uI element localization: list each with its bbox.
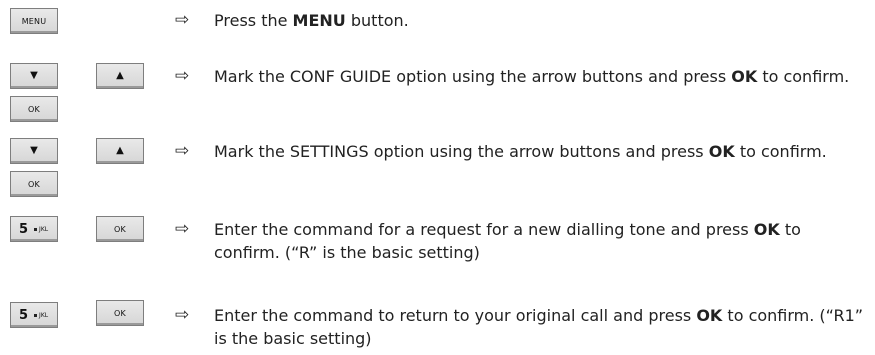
right-arrow-icon: ⇨ [175,66,190,86]
step-text-bold: MENU [292,11,346,30]
step-text-pre: Enter the command for a request for a ne… [214,220,754,239]
right-arrow-icon: ⇨ [175,219,190,239]
step-text: Press the MENU button. [175,9,865,32]
step-text-post: to confirm. [734,142,827,161]
down-arrow-icon: ▼ [30,145,38,156]
five-jkl-key: 5 JKL [10,216,58,242]
down-arrow-key: ▼ [10,63,58,89]
up-arrow-icon: ▲ [116,145,124,156]
step-text: Mark the CONF GUIDE option using the arr… [175,65,865,88]
step-text-bold: OK [731,67,758,86]
menu-key-label: MENU [21,16,47,26]
step-text-pre: Enter the command to return to your orig… [214,306,697,325]
right-arrow-icon: ⇨ [175,141,190,161]
five-jkl-key: 5 JKL [10,302,58,328]
menu-key: MENU [10,8,58,34]
key-dot-icon [34,227,38,231]
ok-key-label: OK [28,179,40,189]
ok-key-label: OK [28,104,40,114]
five-key-digit: 5 [19,221,29,237]
step-text: Enter the command for a request for a ne… [175,218,865,264]
step-text-bold: OK [696,306,723,325]
up-arrow-icon: ▲ [116,70,124,81]
step-text-bold: OK [708,142,735,161]
step-text-pre: Mark the SETTINGS option using the arrow… [214,142,709,161]
step-text-post: button. [345,11,409,30]
ok-key: OK [10,171,58,197]
ok-key: OK [96,216,144,242]
right-arrow-icon: ⇨ [175,305,190,325]
step-1: ⇨ Press the MENU button. [175,9,865,32]
five-key-digit: 5 [19,307,29,323]
step-text-pre: Mark the CONF GUIDE option using the arr… [214,67,732,86]
step-3: ⇨ Mark the SETTINGS option using the arr… [175,140,865,163]
up-arrow-key: ▲ [96,63,144,89]
down-arrow-key: ▼ [10,138,58,164]
five-key-letters: JKL [39,311,49,319]
step-text-post: to confirm. [757,67,850,86]
step-5: ⇨ Enter the command to return to your or… [175,304,865,350]
down-arrow-icon: ▼ [30,70,38,81]
up-arrow-key: ▲ [96,138,144,164]
ok-key-label: OK [114,224,126,234]
key-dot-icon [34,313,38,317]
step-text-pre: Press the [214,11,293,30]
step-2: ⇨ Mark the CONF GUIDE option using the a… [175,65,865,88]
ok-key-label: OK [114,308,126,318]
step-text: Mark the SETTINGS option using the arrow… [175,140,865,163]
step-4: ⇨ Enter the command for a request for a … [175,218,865,264]
right-arrow-icon: ⇨ [175,10,190,30]
five-key-letters: JKL [39,225,49,233]
ok-key: OK [96,300,144,326]
step-text-bold: OK [753,220,780,239]
step-text: Enter the command to return to your orig… [175,304,865,350]
ok-key: OK [10,96,58,122]
